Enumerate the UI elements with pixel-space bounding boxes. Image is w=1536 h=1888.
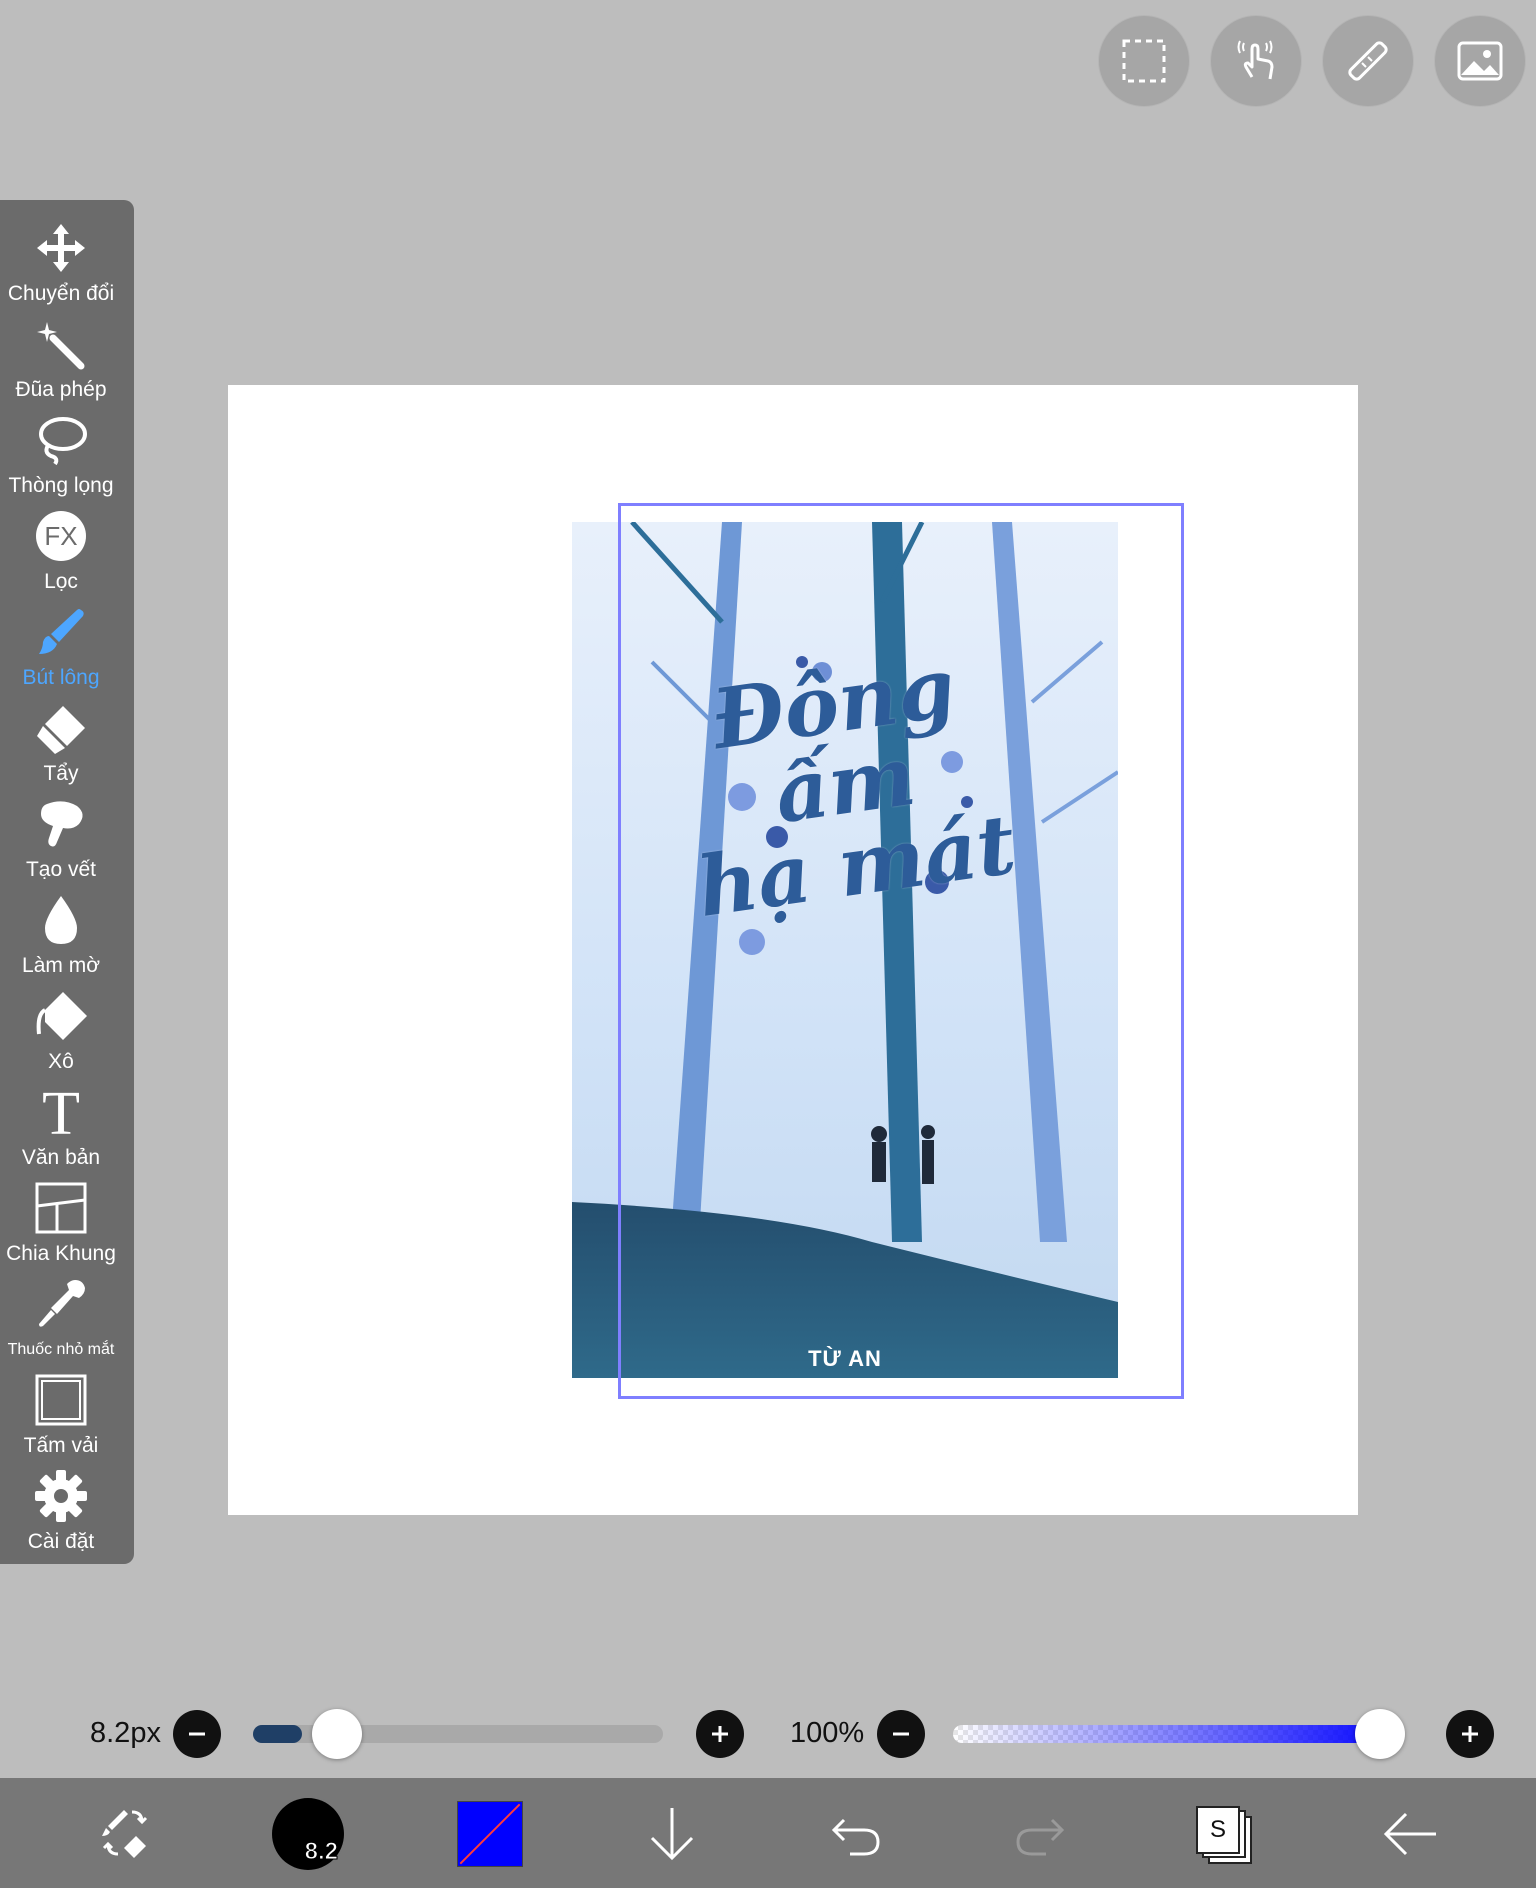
frame-divider-icon — [35, 1182, 87, 1234]
tool-filter[interactable]: FX Lọc — [0, 506, 122, 602]
redo-icon — [1016, 1818, 1065, 1856]
tool-label: Chia Khung — [6, 1242, 116, 1265]
brush-size-decrease-button[interactable] — [173, 1710, 221, 1758]
brush-size-increase-button[interactable] — [696, 1710, 744, 1758]
image-icon — [1457, 41, 1503, 81]
text-icon: T — [42, 1084, 80, 1140]
smudge-icon — [41, 801, 83, 847]
eraser-icon — [37, 706, 85, 754]
tool-sidebar: Chuyển đổi Đũa phép Thòng lọng FX Lọc Bú… — [0, 200, 134, 1564]
magic-wand-icon — [37, 322, 85, 370]
touch-gesture-button[interactable] — [1211, 16, 1301, 106]
fx-filter-icon: FX — [36, 511, 86, 561]
layer-merge-down-button[interactable] — [634, 1796, 710, 1872]
blur-icon — [45, 896, 77, 944]
tool-brush[interactable]: Bút lông — [0, 602, 122, 698]
undo-icon — [831, 1818, 880, 1856]
canvas-icon — [35, 1374, 87, 1426]
color-picker-swatch[interactable] — [458, 1802, 522, 1866]
ruler-icon — [1348, 41, 1388, 81]
tool-text[interactable]: T Văn bản — [0, 1082, 122, 1178]
opacity-label: 100% — [790, 1717, 865, 1749]
touch-gesture-icon — [1237, 40, 1274, 80]
tool-label: Tấm vải — [23, 1434, 99, 1457]
tool-label: Tẩy — [43, 762, 79, 785]
opacity-decrease-button[interactable] — [877, 1710, 925, 1758]
brush-size-preview[interactable]: 8.2 — [272, 1798, 344, 1870]
tool-eraser[interactable]: Tẩy — [0, 698, 122, 794]
minus-icon — [893, 1732, 909, 1736]
ruler-button[interactable] — [1323, 16, 1413, 106]
brush-icon — [39, 609, 84, 654]
tool-label: Lọc — [44, 570, 78, 593]
eyedropper-icon — [39, 1280, 85, 1327]
text-glyph: T — [42, 1084, 80, 1140]
tool-label: Chuyển đổi — [7, 282, 115, 305]
undo-button[interactable] — [818, 1796, 894, 1872]
tool-label: Bút lông — [22, 666, 100, 689]
tool-magic-wand[interactable]: Đũa phép — [0, 314, 122, 410]
tool-label: Tạo vết — [25, 858, 97, 881]
quick-switch-button[interactable] — [88, 1796, 164, 1872]
tool-eyedropper[interactable]: Thuốc nhỏ mắt — [0, 1274, 122, 1370]
plus-icon — [712, 1726, 728, 1742]
tool-label: Làm mờ — [22, 954, 100, 977]
back-button[interactable] — [1372, 1796, 1448, 1872]
tool-label: Xô — [48, 1050, 74, 1073]
tool-settings[interactable]: Cài đặt — [0, 1466, 122, 1562]
tool-label: Thòng lọng — [8, 474, 114, 497]
bucket-icon — [36, 992, 87, 1040]
selection-tool-button[interactable] — [1099, 16, 1189, 106]
opacity-slider-track[interactable] — [953, 1725, 1403, 1743]
selection-icon — [1122, 39, 1166, 83]
tool-transform[interactable]: Chuyển đổi — [0, 218, 122, 314]
plus-icon — [1462, 1726, 1478, 1742]
bottom-action-bar — [0, 1778, 1536, 1888]
tool-lasso[interactable]: Thòng lọng — [0, 410, 122, 506]
opacity-slider-knob[interactable] — [1355, 1709, 1405, 1759]
tool-bucket[interactable]: Xô — [0, 986, 122, 1082]
arrow-down-icon — [650, 1808, 694, 1861]
minus-icon — [189, 1732, 205, 1736]
tool-frame-divider[interactable]: Chia Khung — [0, 1178, 122, 1274]
brush-size-label: 8.2px — [90, 1717, 161, 1749]
tool-label: Thuốc nhỏ mắt — [7, 1341, 115, 1358]
reference-image-button[interactable] — [1435, 16, 1525, 106]
layers-glyph: S — [1209, 1816, 1226, 1843]
opacity-increase-button[interactable] — [1446, 1710, 1494, 1758]
brush-eraser-swap-icon — [102, 1810, 148, 1858]
redo-button[interactable] — [1002, 1796, 1078, 1872]
lasso-icon — [39, 417, 87, 466]
brush-size-preview-value: 8.2 — [304, 1838, 338, 1866]
settings-icon — [35, 1470, 87, 1522]
tool-label: Cài đặt — [27, 1530, 95, 1553]
brush-size-slider-knob[interactable] — [312, 1709, 363, 1759]
layers-button[interactable]: S — [1196, 1806, 1252, 1864]
fx-glyph: FX — [44, 521, 77, 551]
selection-box[interactable] — [618, 503, 1184, 1399]
color-swatch-slash — [459, 1803, 521, 1865]
arrow-left-icon — [1383, 1812, 1436, 1856]
tool-smudge[interactable]: Tạo vết — [0, 794, 122, 890]
tool-label: Văn bản — [21, 1146, 101, 1169]
transform-icon — [37, 224, 85, 272]
drawing-canvas[interactable]: Đông ấm hạ mát TỪ AN — [228, 385, 1358, 1515]
layers-icon: S — [1196, 1806, 1240, 1854]
tool-label: Đũa phép — [15, 378, 107, 401]
tool-canvas[interactable]: Tấm vải — [0, 1370, 122, 1466]
brush-size-slider-fill — [253, 1725, 303, 1743]
tool-blur[interactable]: Làm mờ — [0, 890, 122, 986]
